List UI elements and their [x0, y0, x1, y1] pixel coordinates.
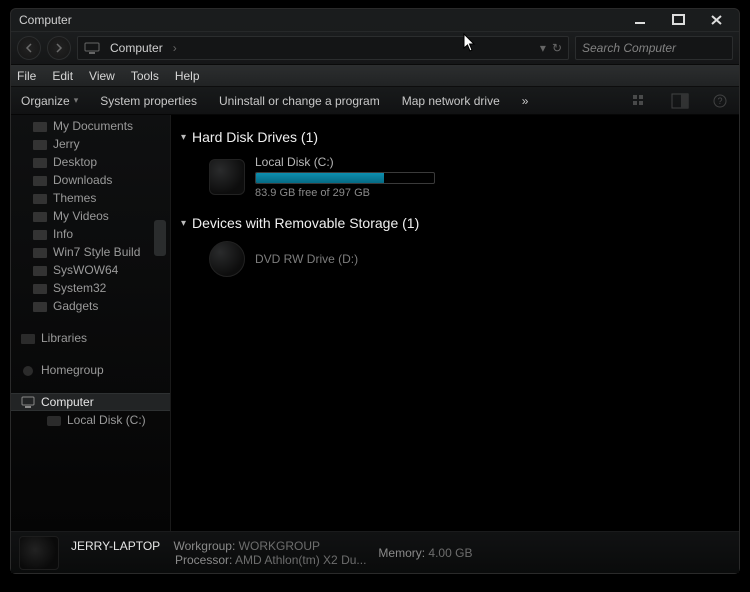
tree-item-themes[interactable]: Themes: [11, 189, 170, 207]
explorer-window: Computer Computer › ▾ ↻: [10, 8, 740, 574]
menu-edit[interactable]: Edit: [52, 69, 73, 83]
sidebar-scrollbar[interactable]: [152, 115, 168, 531]
details-workgroup: WORKGROUP: [239, 539, 320, 553]
tree-item-gadgets[interactable]: Gadgets: [11, 297, 170, 315]
drive-free-text: 83.9 GB free of 297 GB: [255, 187, 435, 199]
breadcrumb[interactable]: Computer: [106, 41, 167, 55]
drive-label: DVD RW Drive (D:): [255, 252, 358, 266]
system-properties-button[interactable]: System properties: [100, 94, 197, 108]
folder-icon: [33, 174, 47, 186]
uninstall-program-button[interactable]: Uninstall or change a program: [219, 94, 380, 108]
disk-icon: [47, 414, 61, 426]
collapse-icon[interactable]: ▾: [181, 218, 186, 229]
details-pane: JERRY-LAPTOP Workgroup: WORKGROUP Proces…: [11, 531, 739, 573]
back-button[interactable]: [17, 36, 41, 60]
tree-item-local-disk[interactable]: Local Disk (C:): [11, 411, 170, 429]
tree-item-syswow64[interactable]: SysWOW64: [11, 261, 170, 279]
refresh-icon[interactable]: ↻: [552, 41, 562, 55]
folder-icon: [33, 120, 47, 132]
help-icon[interactable]: ?: [711, 93, 729, 109]
details-computer-name: JERRY-LAPTOP: [71, 539, 160, 553]
menu-help[interactable]: Help: [175, 69, 200, 83]
tree-item-info[interactable]: Info: [11, 225, 170, 243]
details-memory-label: Memory:: [378, 546, 425, 560]
preview-pane-icon[interactable]: [671, 93, 689, 109]
navigation-pane[interactable]: My Documents Jerry Desktop Downloads The…: [11, 115, 171, 531]
tree-item-homegroup[interactable]: Homegroup: [11, 361, 170, 379]
view-options-icon[interactable]: [631, 93, 649, 109]
folder-icon: [33, 156, 47, 168]
folder-icon: [33, 210, 47, 222]
folder-icon: [33, 300, 47, 312]
command-bar: Organize ▾ System properties Uninstall o…: [11, 87, 739, 115]
window-title: Computer: [19, 13, 72, 27]
tree-item-desktop[interactable]: Desktop: [11, 153, 170, 171]
group-header-removable[interactable]: ▾ Devices with Removable Storage (1): [181, 215, 729, 231]
collapse-icon[interactable]: ▾: [181, 132, 186, 143]
drive-item-local-disk-c[interactable]: Local Disk (C:) 83.9 GB free of 297 GB: [181, 149, 729, 205]
chevron-down-icon: ▾: [74, 95, 79, 106]
folder-icon: [33, 138, 47, 150]
details-processor-label: Processor:: [175, 553, 232, 567]
tree-item-computer[interactable]: Computer: [11, 393, 170, 411]
search-input[interactable]: Search Computer: [575, 36, 733, 60]
computer-icon: [84, 42, 100, 54]
tree-item-downloads[interactable]: Downloads: [11, 171, 170, 189]
content-pane[interactable]: ▾ Hard Disk Drives (1) Local Disk (C:) 8…: [171, 115, 739, 531]
drive-item-dvd-d[interactable]: DVD RW Drive (D:): [181, 235, 729, 283]
more-commands-button[interactable]: »: [522, 94, 529, 108]
drive-label: Local Disk (C:): [255, 155, 435, 169]
breadcrumb-sep: ›: [173, 41, 177, 55]
homegroup-icon: [21, 364, 35, 376]
group-header-hdd[interactable]: ▾ Hard Disk Drives (1): [181, 129, 729, 145]
forward-button[interactable]: [47, 36, 71, 60]
libraries-icon: [21, 332, 35, 344]
menu-tools[interactable]: Tools: [131, 69, 159, 83]
menu-file[interactable]: File: [17, 69, 36, 83]
close-button[interactable]: [703, 13, 731, 27]
titlebar[interactable]: Computer: [11, 9, 739, 31]
tree-item-libraries[interactable]: Libraries: [11, 329, 170, 347]
map-network-drive-button[interactable]: Map network drive: [402, 94, 500, 108]
navigation-row: Computer › ▾ ↻ Search Computer: [11, 31, 739, 65]
folder-icon: [33, 282, 47, 294]
tree-item-jerry[interactable]: Jerry: [11, 135, 170, 153]
tree-item-my-videos[interactable]: My Videos: [11, 207, 170, 225]
tree-item-my-documents[interactable]: My Documents: [11, 117, 170, 135]
details-memory: 4.00 GB: [428, 546, 472, 560]
tree-item-win7-style[interactable]: Win7 Style Build: [11, 243, 170, 261]
folder-icon: [33, 192, 47, 204]
computer-large-icon: [19, 536, 59, 570]
computer-icon: [21, 396, 35, 408]
search-placeholder: Search Computer: [582, 41, 676, 55]
folder-icon: [33, 228, 47, 240]
organize-button[interactable]: Organize ▾: [21, 94, 78, 108]
details-processor: AMD Athlon(tm) X2 Du...: [235, 553, 366, 567]
details-workgroup-label: Workgroup:: [174, 539, 236, 553]
optical-drive-icon: [209, 241, 245, 277]
hard-disk-icon: [209, 159, 245, 195]
disk-usage-bar: [255, 172, 435, 184]
svg-text:?: ?: [718, 96, 723, 106]
menu-bar: File Edit View Tools Help: [11, 65, 739, 87]
minimize-button[interactable]: [627, 13, 655, 27]
maximize-button[interactable]: [665, 13, 693, 27]
disk-usage-fill: [256, 173, 384, 183]
menu-view[interactable]: View: [89, 69, 115, 83]
address-bar[interactable]: Computer › ▾ ↻: [77, 36, 569, 60]
folder-icon: [33, 246, 47, 258]
scrollbar-thumb[interactable]: [154, 220, 166, 256]
folder-icon: [33, 264, 47, 276]
dropdown-icon[interactable]: ▾: [540, 41, 546, 55]
tree-item-system32[interactable]: System32: [11, 279, 170, 297]
body: My Documents Jerry Desktop Downloads The…: [11, 115, 739, 531]
